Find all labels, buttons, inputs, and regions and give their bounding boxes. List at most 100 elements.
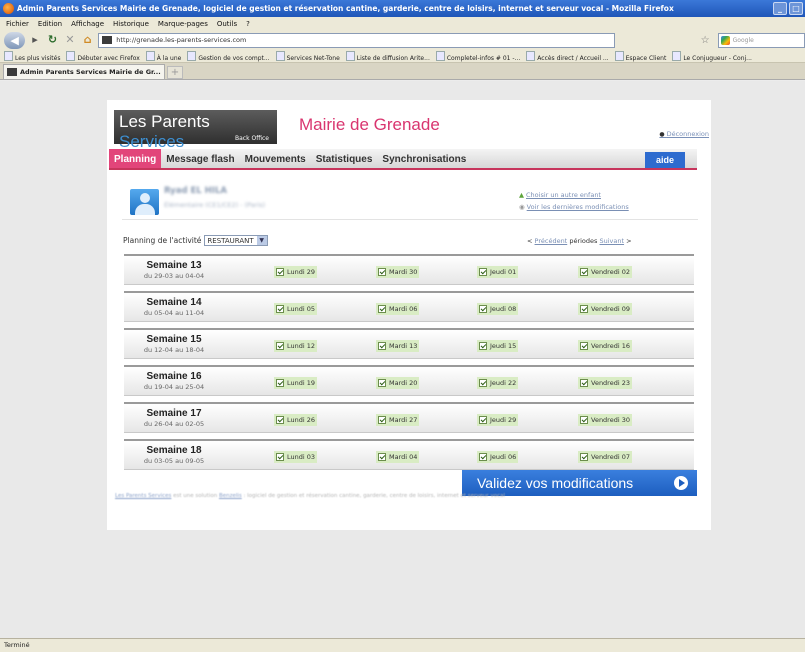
validate-label: Validez vos modifications (477, 475, 634, 491)
day-checkbox[interactable]: Jeudi 08 (477, 303, 519, 315)
bookmark-star-icon[interactable]: ☆ (701, 35, 710, 46)
bookmark-item[interactable]: À la une (146, 51, 182, 62)
help-button[interactable]: aide (645, 152, 685, 168)
site-favicon-icon (102, 36, 113, 44)
bookmark-item[interactable]: Gestion de vos compt... (187, 51, 269, 62)
app-logo[interactable]: Les Parents Services Back Office (114, 110, 277, 151)
checkbox-checked-icon (580, 379, 588, 387)
menu-affichage[interactable]: Affichage (71, 20, 104, 28)
reload-icon[interactable]: ↻ (46, 33, 60, 47)
menu-marque-pages[interactable]: Marque-pages (158, 20, 208, 28)
browser-tab-strip: Admin Parents Services Mairie de Gr... + (0, 63, 805, 80)
choose-child-link[interactable]: Choisir un autre enfant (526, 191, 601, 199)
checkbox-checked-icon (276, 268, 284, 276)
checkbox-checked-icon (580, 342, 588, 350)
tab-message-flash[interactable]: Message flash (161, 149, 239, 168)
logout-link[interactable]: Déconnexion (659, 130, 709, 138)
bookmark-item[interactable]: Débuter avec Firefox (66, 51, 139, 62)
activity-select[interactable]: RESTAURANT ▼ (204, 235, 268, 246)
period-pager: < Précédent périodes Suivant > (527, 237, 632, 245)
week-row: Semaine 15 du 12-04 au 18-04 Lundi 12 Mardi… (124, 328, 694, 359)
day-checkbox[interactable]: Vendredi 23 (578, 377, 632, 389)
day-checkbox[interactable]: Mardi 27 (376, 414, 420, 426)
bookmark-item[interactable]: Services Net-Tone (276, 51, 340, 62)
day-label: Mardi 20 (389, 379, 418, 387)
day-label: Jeudi 08 (490, 305, 517, 313)
menu-historique[interactable]: Historique (113, 20, 149, 28)
checkbox-checked-icon (580, 453, 588, 461)
day-checkbox[interactable]: Jeudi 15 (477, 340, 519, 352)
day-checkbox[interactable]: Vendredi 16 (578, 340, 632, 352)
tab-mouvements[interactable]: Mouvements (240, 149, 311, 168)
menu-fichier[interactable]: Fichier (6, 20, 29, 28)
day-checkbox[interactable]: Jeudi 29 (477, 414, 519, 426)
footer-link-parents-services[interactable]: Les Parents Services (115, 493, 171, 499)
menu-edition[interactable]: Edition (38, 20, 62, 28)
tab-planning[interactable]: Planning (109, 149, 162, 168)
menu-help[interactable]: ? (246, 20, 250, 28)
footer-text: est une solution (171, 493, 219, 499)
day-checkbox[interactable]: Jeudi 06 (477, 451, 519, 463)
week-title: Semaine 16 (146, 371, 202, 382)
day-checkbox[interactable]: Lundi 03 (274, 451, 318, 463)
day-label: Lundi 19 (287, 379, 316, 387)
bookmark-item[interactable]: Accès direct / Accueil ... (526, 51, 608, 62)
footer-link-benzelis[interactable]: Benzelis (219, 493, 242, 499)
checkbox-checked-icon (378, 416, 386, 424)
tab-synchronisations[interactable]: Synchronisations (377, 149, 471, 168)
menu-outils[interactable]: Outils (217, 20, 237, 28)
new-tab-button[interactable]: + (167, 66, 183, 79)
logo-subtitle: Back Office (235, 135, 269, 142)
checkbox-checked-icon (378, 379, 386, 387)
day-checkbox[interactable]: Jeudi 22 (477, 377, 519, 389)
bookmark-item[interactable]: Les plus visités (4, 51, 60, 62)
bookmark-item[interactable]: Liste de diffusion Arite... (346, 51, 430, 62)
day-checkbox[interactable]: Mardi 13 (376, 340, 420, 352)
forward-arrow-icon[interactable]: ▸ (28, 33, 42, 47)
choose-child-icon: ▲ (519, 191, 524, 199)
day-checkbox[interactable]: Vendredi 09 (578, 303, 632, 315)
day-checkbox[interactable]: Vendredi 02 (578, 266, 632, 278)
day-checkbox[interactable]: Lundi 26 (274, 414, 318, 426)
go-arrow-icon (674, 476, 688, 490)
checkbox-checked-icon (378, 305, 386, 313)
tab-statistiques[interactable]: Statistiques (311, 149, 378, 168)
next-link[interactable]: Suivant (599, 237, 624, 245)
day-checkbox[interactable]: Vendredi 07 (578, 451, 632, 463)
back-arrow-icon[interactable]: ◀ (4, 31, 26, 49)
week-row: Semaine 17 du 26-04 au 02-05 Lundi 26 Mardi… (124, 402, 694, 433)
browser-tab[interactable]: Admin Parents Services Mairie de Gr... (3, 64, 165, 79)
day-checkbox[interactable]: Vendredi 30 (578, 414, 632, 426)
footer-text: : logiciel de gestion et réservation can… (241, 493, 505, 499)
week-row: Semaine 13 du 29-03 au 04-04 Lundi 29 Mardi… (124, 254, 694, 285)
pager-next-arrow: > (626, 237, 632, 245)
bookmark-item[interactable]: Espace Client (615, 51, 667, 62)
minimize-button[interactable]: _ (773, 2, 787, 15)
menu-bar: Fichier Edition Affichage Historique Mar… (0, 17, 805, 30)
day-label: Lundi 03 (287, 453, 316, 461)
url-text: http://grenade.les-parents-services.com (116, 36, 247, 44)
day-checkbox[interactable]: Lundi 05 (274, 303, 318, 315)
bookmark-item[interactable]: Le Conjugueur - Conj... (672, 51, 752, 62)
day-checkbox[interactable]: Mardi 06 (376, 303, 420, 315)
main-panel: Les Parents Services Back Office Mairie … (107, 100, 711, 530)
day-checkbox[interactable]: Lundi 12 (274, 340, 318, 352)
day-checkbox[interactable]: Mardi 30 (376, 266, 420, 278)
view-changes-link[interactable]: Voir les dernières modifications (527, 203, 629, 211)
stop-icon[interactable]: ✕ (63, 33, 77, 47)
search-input[interactable]: Google (717, 32, 805, 48)
day-label: Vendredi 23 (591, 379, 630, 387)
window-title: Admin Parents Services Mairie de Grenade… (17, 4, 674, 13)
maximize-button[interactable]: □ (789, 2, 803, 15)
day-checkbox[interactable]: Mardi 04 (376, 451, 420, 463)
week-row: Semaine 14 du 05-04 au 11-04 Lundi 05 Mardi… (124, 291, 694, 322)
home-icon[interactable]: ⌂ (81, 33, 95, 47)
day-checkbox[interactable]: Mardi 20 (376, 377, 420, 389)
day-checkbox[interactable]: Jeudi 01 (477, 266, 519, 278)
checkbox-checked-icon (479, 453, 487, 461)
day-checkbox[interactable]: Lundi 29 (274, 266, 318, 278)
day-checkbox[interactable]: Lundi 19 (274, 377, 318, 389)
bookmark-item[interactable]: Completel-infos # 01 -... (436, 51, 520, 62)
previous-link[interactable]: Précédent (535, 237, 568, 245)
url-bar[interactable]: http://grenade.les-parents-services.com (98, 32, 615, 48)
